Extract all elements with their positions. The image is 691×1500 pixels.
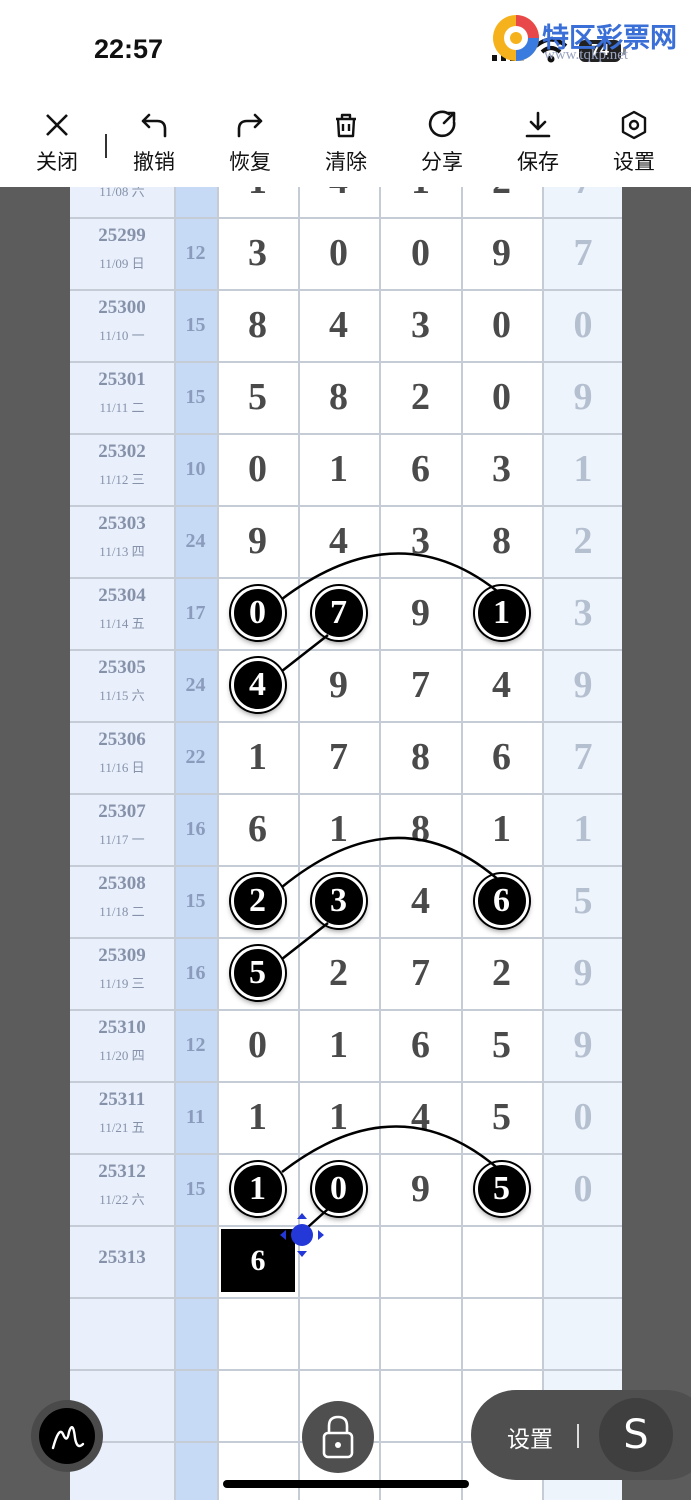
watermark-logo-icon xyxy=(493,15,539,61)
download-icon xyxy=(525,111,551,138)
arc-line xyxy=(281,1125,503,1173)
status-time: 22:57 xyxy=(94,34,164,64)
undo-icon xyxy=(141,113,167,138)
pen-tool-inner xyxy=(39,1408,95,1464)
pen-scribble-icon xyxy=(51,1426,85,1450)
close-button[interactable]: 关闭 xyxy=(17,110,97,182)
settings-pill[interactable]: 设置 S xyxy=(471,1390,691,1480)
s-button[interactable]: S xyxy=(599,1398,673,1472)
drawing-toolbar: 关闭 撤销 恢复 清除 分享 保存 设置 xyxy=(0,100,691,187)
home-indicator xyxy=(223,1480,469,1488)
toolbar-divider xyxy=(105,134,107,158)
share-icon xyxy=(428,110,456,138)
save-button[interactable]: 保存 xyxy=(498,110,578,182)
arc-line xyxy=(281,634,329,672)
lottery-chart-sheet[interactable]: 11/08 六 1 4 1 2 7 25299 11/09 日 12 3 0 0… xyxy=(70,187,622,1500)
lock-button[interactable] xyxy=(302,1401,374,1473)
clear-button[interactable]: 清除 xyxy=(306,110,386,182)
gear-icon xyxy=(621,110,647,140)
arc-line xyxy=(281,552,503,600)
watermark-url: www.tqkp.net xyxy=(544,47,629,63)
settings-label: 设置 xyxy=(613,150,655,174)
redo-button[interactable]: 恢复 xyxy=(210,110,290,182)
share-button[interactable]: 分享 xyxy=(402,110,482,182)
drag-handle-icon[interactable] xyxy=(278,1211,326,1259)
lock-icon xyxy=(322,1415,354,1459)
settings-button[interactable]: 设置 xyxy=(594,110,674,182)
trash-icon xyxy=(336,113,356,138)
drawn-arcs xyxy=(281,552,503,1228)
close-icon xyxy=(46,114,68,136)
clear-label: 清除 xyxy=(325,150,367,174)
redo-icon xyxy=(237,113,263,138)
redo-label: 恢复 xyxy=(229,150,271,174)
pen-tool-button[interactable] xyxy=(31,1400,103,1472)
pill-divider xyxy=(577,1424,579,1448)
close-label: 关闭 xyxy=(36,150,78,174)
share-label: 分享 xyxy=(421,150,463,174)
status-bar: 22:57 74 特区彩票网 www.tqkp.net xyxy=(0,0,691,100)
watermark: 特区彩票网 www.tqkp.net xyxy=(490,10,686,70)
arc-line xyxy=(281,836,503,888)
undo-button[interactable]: 撤销 xyxy=(114,110,194,182)
settings-pill-label[interactable]: 设置 xyxy=(507,1420,553,1454)
save-label: 保存 xyxy=(517,150,559,174)
undo-label: 撤销 xyxy=(133,150,175,174)
arc-line xyxy=(281,922,329,960)
